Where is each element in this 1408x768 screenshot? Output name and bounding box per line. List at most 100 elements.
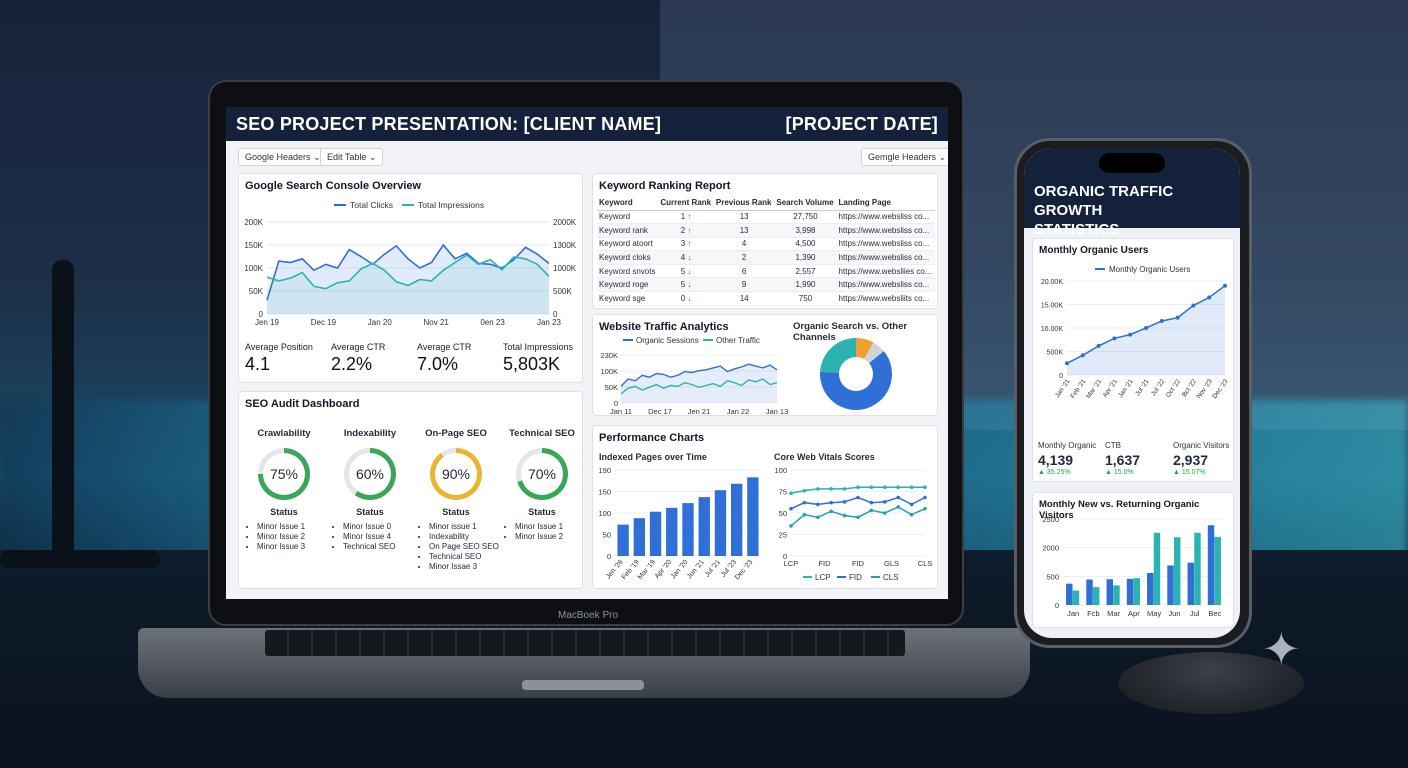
data-point [1175, 315, 1180, 320]
current-rank-cell: 4 ↓ [658, 250, 714, 265]
table-row: Keyword atoort 3 ↑ 4 4,500 https://www.websl… [597, 237, 935, 252]
landing-page-cell: https://www.websliss co... [836, 250, 935, 265]
bar [1072, 590, 1080, 605]
x-tick-label: Jan [1067, 609, 1079, 618]
bar [698, 497, 710, 556]
bar [747, 477, 759, 556]
x-tick-label: FID [852, 559, 865, 568]
data-point [883, 500, 887, 504]
y-tick-label: 500 [1046, 572, 1059, 581]
data-point [869, 500, 874, 505]
bar [1066, 583, 1073, 605]
data-point [1159, 318, 1164, 323]
y-tick-label: 20.00K [1041, 279, 1064, 286]
table-row: Keyword roge 5 ↓ 9 1,990 https://www.webslis… [597, 277, 935, 293]
x-tick-label: FID [818, 559, 831, 568]
y-tick-label: 100 [598, 509, 611, 518]
data-point [789, 524, 793, 528]
phone-screen: ORGANIC TRAFFIC GROWTH STATISTICS Monthl… [1024, 148, 1240, 638]
x-tick-label: Jun '21 [686, 559, 706, 581]
edit-table-dropdown[interactable]: Edit Table ⌄ [320, 148, 384, 166]
bar [1173, 537, 1181, 605]
bar [1207, 525, 1215, 605]
arrow-down-icon: ↓ [685, 266, 692, 276]
y-right-tick-label: 1000K [553, 264, 577, 273]
y-tick-label: 0 [607, 552, 611, 561]
google-headers-dropdown[interactable]: Google Headers ⌄ [238, 148, 328, 166]
data-point [1096, 343, 1101, 348]
stat-delta: ▲ 15.0% [1105, 469, 1134, 476]
dynamic-island [1099, 153, 1165, 173]
current-rank-cell: 1 ↑ [658, 210, 714, 225]
stat-delta: ▲ 35.25% [1038, 469, 1071, 476]
new-vs-returning-card: Monthly New vs. Returning Organic Visito… [1032, 492, 1234, 628]
x-tick-label: Dec '23 [734, 559, 755, 582]
traffic-title: Website Traffic Analytics [599, 321, 729, 333]
y-tick-label: 2500 [1042, 515, 1059, 524]
metric-label: Average CTR [417, 342, 472, 352]
cwv-chart: 1007550250LCP FID FID GLS CLSLCP FID CLS [774, 466, 932, 582]
monthly-users-title: Monthly Organic Users [1039, 245, 1149, 256]
keyword-cell: Keyword rank [597, 223, 659, 238]
arrow-down-icon: ↓ [685, 280, 692, 290]
gemgle-headers-label: Gemgle Headers [868, 152, 937, 162]
keyword-ranking-card: Keyword Ranking Report Keyword Current R… [592, 173, 938, 309]
y-tick-label: 150 [598, 488, 611, 497]
y-tick-label: 50K [249, 287, 264, 296]
x-tick-label: Dec '23 [1211, 378, 1229, 400]
previous-rank-cell: 6 [713, 264, 775, 279]
data-point [909, 512, 914, 517]
seo-audit-card: SEO Audit Dashboard Crawlability 75% Statu… [238, 391, 583, 589]
keyword-cell: Keyword cloks [597, 250, 659, 265]
data-point [896, 495, 900, 500]
issue-list: Minor Issue 0Minor Issue 4Technical SEO [333, 522, 413, 552]
x-tick-label: LCP [784, 559, 799, 568]
gemgle-headers-dropdown[interactable]: Gemgle Headers ⌄ [861, 148, 948, 166]
issue-item: Minor Issue 2 [257, 532, 327, 542]
x-tick-label: Jan 22 [727, 407, 750, 416]
bar [730, 483, 743, 556]
col-header: Search Volume [774, 196, 837, 211]
keyword-cell: Keyword [597, 210, 659, 225]
laptop-brand: MacBoek Pro [557, 610, 619, 621]
x-tick-label: Bec [1208, 609, 1221, 618]
audit-title: SEO Audit Dashboard [245, 398, 360, 410]
y-tick-label: 0 [1059, 373, 1063, 380]
bar [666, 507, 678, 556]
data-point [789, 491, 793, 496]
progress-value: 60% [349, 453, 391, 495]
col-header: Keyword [597, 196, 659, 211]
issue-item: On Page SEO SEO [429, 542, 499, 552]
y-right-tick-label: 2000K [553, 218, 577, 227]
data-point [883, 485, 887, 489]
chevron-down-icon: ⌄ [938, 152, 947, 162]
bar [682, 503, 694, 556]
y-tick-label: 100K [600, 367, 618, 376]
data-point [789, 506, 793, 511]
y-tick-label: 75 [779, 488, 787, 497]
phone-title-line2: STATISTICS [1034, 221, 1120, 238]
series-area [1067, 285, 1225, 375]
audit-item-title: Technical SEO [509, 428, 575, 439]
traffic-chart: 230K100K50K0Jan 11 Dec 17 Jen 21 Jan 22 Jan … [600, 336, 788, 416]
x-tick-label: Jan 23 [537, 318, 562, 326]
status-label: Status [528, 507, 556, 517]
data-point [829, 509, 833, 514]
channels-pie [820, 338, 892, 410]
x-tick-label: Jen 19 [255, 318, 280, 326]
bar [1214, 536, 1221, 605]
stat-label: Organic Visitors [1173, 441, 1230, 450]
previous-rank-cell: 2 [713, 250, 775, 265]
x-tick-label: Jan '21 [1117, 378, 1135, 399]
x-tick-label: Dec 17 [648, 407, 672, 416]
metric-label: Average CTR [331, 342, 386, 352]
stat-value: 2,937 [1173, 452, 1209, 468]
metric-label: Total Impressions [503, 342, 574, 352]
progress-value: 75% [263, 453, 305, 495]
data-point [1191, 303, 1196, 308]
issue-list: Minor Issue 1Minor Issue 2Minor Issue 3 [247, 522, 327, 552]
performance-card: Performance Charts Indexed Pages over Ti… [592, 425, 938, 589]
legend-label: Monthly Organic Users [1109, 265, 1190, 274]
progress-ring: 90% [430, 448, 482, 500]
bar [1153, 532, 1161, 605]
